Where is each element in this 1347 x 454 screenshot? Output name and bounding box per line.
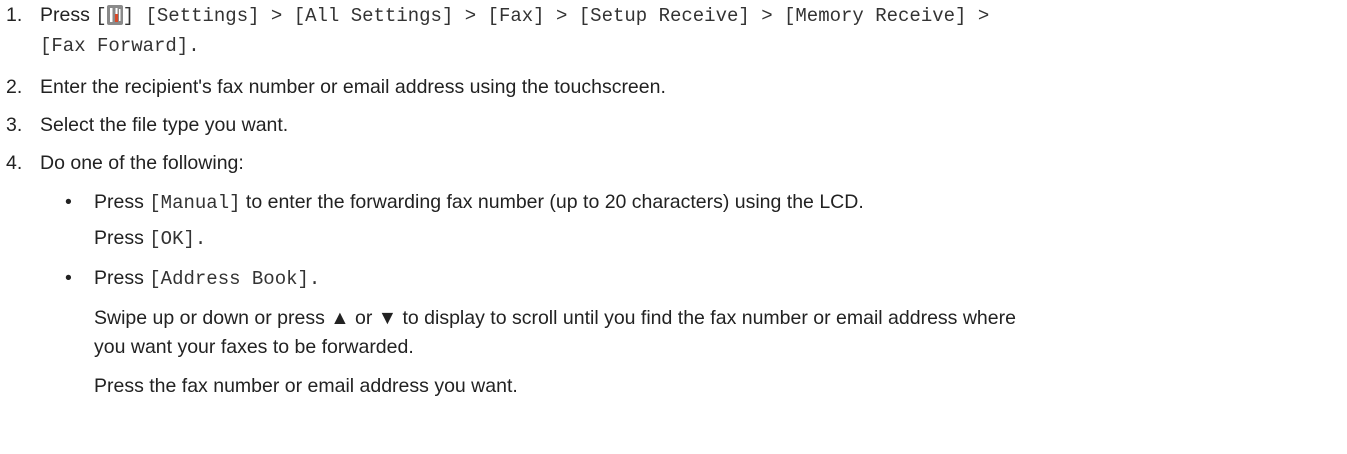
option-address-book: Press [Address Book]. [94,262,320,295]
instruction-page: 1. Press [ ] [Settings] > [All Settings]… [0,0,1347,454]
option-manual: Press [Manual] to enter the forwarding f… [94,186,864,219]
option-manual-ok: Press [OK]. [94,222,206,255]
settings-path-end: [Fax Forward]. [40,35,200,57]
press-word: Press [94,227,144,249]
ok-key: [OK] [149,228,195,250]
press-word: Press [94,267,144,289]
scroll-instruction-line-2: you want your faxes to be forwarded. [94,336,414,358]
bracket-open: [ [95,5,107,27]
settings-tools-icon [106,5,123,25]
option-text: to enter the forwarding fax number (up t… [245,191,864,213]
press-word: Press [94,191,144,213]
step-number: 2. [6,76,23,98]
select-instruction: Press the fax number or email address yo… [94,375,518,397]
scroll-instruction-line-1: Swipe up or down or press ▲ or ▼ to disp… [94,307,1016,329]
period: . [194,228,207,250]
step-number: 4. [6,152,23,174]
step-number: 1. [6,4,23,26]
bullet: • [65,191,72,213]
bullet: • [65,267,72,289]
step-text: Select the file type you want. [40,114,289,136]
period: . [308,268,321,290]
step-text: Enter the recipient's fax number or emai… [40,76,666,98]
step-number: 3. [6,114,23,136]
settings-path: ] [Settings] > [All Settings] > [Fax] > … [122,5,990,27]
press-word: Press [40,4,90,26]
step-text: Do one of the following: [40,152,244,174]
address-book-key: [Address Book] [149,268,309,290]
step-text: Press [ ] [Settings] > [All Settings] > … [40,0,989,32]
manual-key: [Manual] [149,192,241,214]
